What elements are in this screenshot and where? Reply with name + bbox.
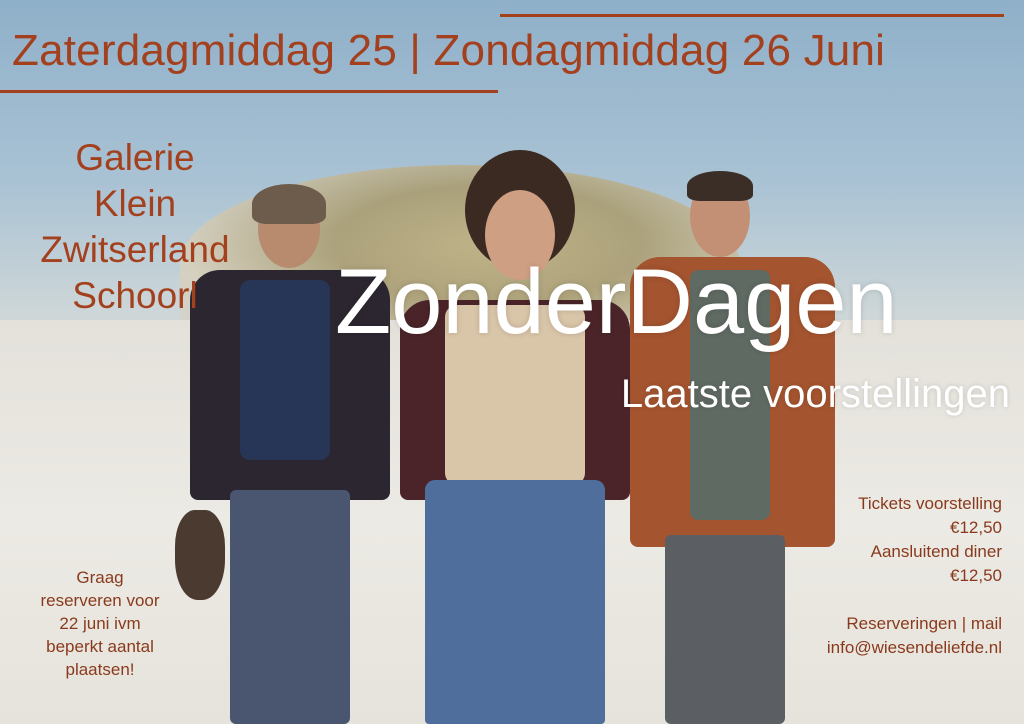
note-line: 22 juni ivm <box>59 614 141 633</box>
note-line: reserveren voor <box>40 591 160 610</box>
note-line: plaatsen! <box>65 660 135 679</box>
show-subtitle: Laatste voorstellingen <box>620 372 1010 416</box>
note-line: beperkt aantal <box>46 637 154 656</box>
reservations-label: Reserveringen | mail <box>846 614 1002 633</box>
date-heading: Zaterdagmiddag 25 | Zondagmiddag 26 Juni <box>12 26 886 75</box>
dinner-price: €12,50 <box>950 566 1002 585</box>
top-rule <box>500 14 1004 17</box>
reservation-note: Graag reserveren voor 22 juni ivm beperk… <box>30 566 170 681</box>
tickets-label: Tickets voorstelling <box>858 494 1002 513</box>
performer-center <box>385 150 645 724</box>
show-title: ZonderDagen <box>335 251 898 353</box>
venue-line: Schoorl <box>72 275 198 316</box>
venue-line: Zwitserland <box>40 229 230 270</box>
tickets-price: €12,50 <box>950 518 1002 537</box>
hat <box>175 510 225 600</box>
venue-line: Galerie <box>75 137 195 178</box>
ticket-info: Tickets voorstelling €12,50 Aansluitend … <box>762 492 1002 660</box>
poster: Zaterdagmiddag 25 | Zondagmiddag 26 Juni… <box>0 0 1024 724</box>
note-line: Graag <box>76 568 124 587</box>
email-address: info@wiesendeliefde.nl <box>826 638 1002 657</box>
venue-line: Klein <box>93 183 177 224</box>
dinner-label: Aansluitend diner <box>870 542 1002 561</box>
venue-block: Galerie Klein Zwitserland Schoorl <box>0 135 270 319</box>
bottom-rule <box>0 90 498 93</box>
